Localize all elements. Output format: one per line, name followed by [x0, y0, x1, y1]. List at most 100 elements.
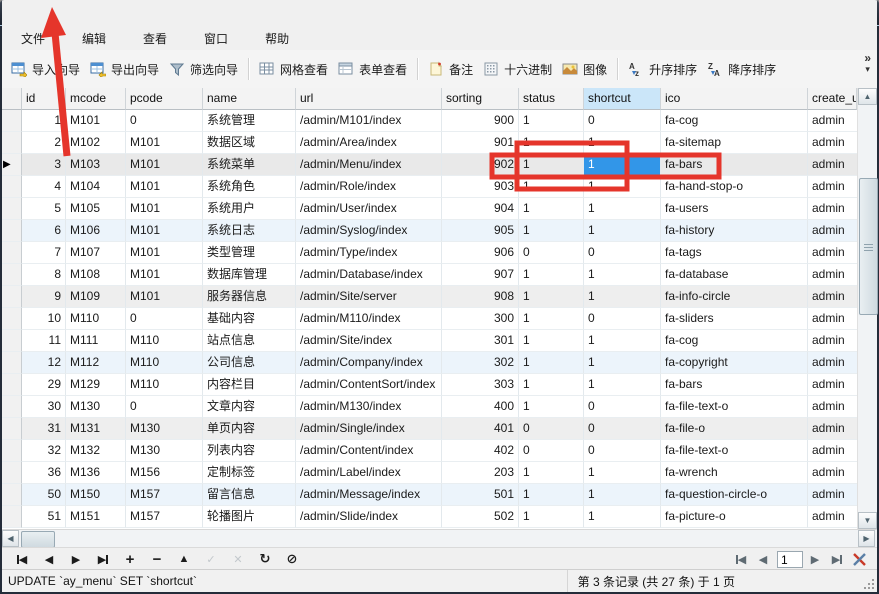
row-selector[interactable]	[2, 462, 22, 484]
cancel-edit-button[interactable]: ✕	[228, 550, 248, 568]
cell-url[interactable]: /admin/M130/index	[296, 396, 442, 418]
cell-shortcut[interactable]: 0	[584, 418, 661, 440]
cell-shortcut[interactable]: 0	[584, 242, 661, 264]
cell-url[interactable]: /admin/Message/index	[296, 484, 442, 506]
cell-name[interactable]: 系统日志	[203, 220, 296, 242]
cell-ico[interactable]: fa-cog	[661, 330, 808, 352]
cell-url[interactable]: /admin/Company/index	[296, 352, 442, 374]
last-page-button[interactable]: ▶	[827, 550, 847, 568]
table-row[interactable]: 51M151M157轮播图片/admin/Slide/index50211fa-…	[2, 506, 858, 528]
cell-mcode[interactable]: M107	[66, 242, 126, 264]
cell-status[interactable]: 1	[519, 110, 584, 132]
cell-id[interactable]: 9	[22, 286, 66, 308]
column-header-ico[interactable]: ico	[661, 88, 808, 110]
table-row[interactable]: 8M108M101数据库管理/admin/Database/index90711…	[2, 264, 858, 286]
cell-mcode[interactable]: M103	[66, 154, 126, 176]
cell-status[interactable]: 1	[519, 286, 584, 308]
cell-shortcut[interactable]: 1	[584, 330, 661, 352]
cell-mcode[interactable]: M106	[66, 220, 126, 242]
resize-grip[interactable]	[864, 579, 874, 589]
cell-shortcut[interactable]: 1	[584, 506, 661, 528]
cell-id[interactable]: 4	[22, 176, 66, 198]
cell-pcode[interactable]: M110	[126, 374, 203, 396]
cell-create_u[interactable]: admin	[808, 198, 857, 220]
cell-mcode[interactable]: M131	[66, 418, 126, 440]
last-record-button[interactable]: ▶	[93, 550, 113, 568]
table-row[interactable]: 50M150M157留言信息/admin/Message/index50111f…	[2, 484, 858, 506]
column-header-create-user[interactable]: create_u	[808, 88, 857, 110]
edit-record-button[interactable]: ▲	[174, 550, 194, 568]
cell-create_u[interactable]: admin	[808, 154, 857, 176]
previous-page-button[interactable]: ◀	[753, 550, 773, 568]
cell-mcode[interactable]: M101	[66, 110, 126, 132]
cell-status[interactable]: 1	[519, 264, 584, 286]
row-selector[interactable]	[2, 308, 22, 330]
cell-create_u[interactable]: admin	[808, 286, 857, 308]
row-selector[interactable]	[2, 132, 22, 154]
row-selector[interactable]	[2, 352, 22, 374]
row-selector[interactable]	[2, 440, 22, 462]
cell-sorting[interactable]: 907	[442, 264, 519, 286]
cell-shortcut[interactable]: 1	[584, 198, 661, 220]
cell-url[interactable]: /admin/Database/index	[296, 264, 442, 286]
cell-pcode[interactable]: M101	[126, 176, 203, 198]
cell-create_u[interactable]: admin	[808, 176, 857, 198]
cell-url[interactable]: /admin/User/index	[296, 198, 442, 220]
cell-create_u[interactable]: admin	[808, 352, 857, 374]
horizontal-scrollbar-thumb[interactable]	[21, 531, 55, 548]
cell-pcode[interactable]: M157	[126, 484, 203, 506]
cell-status[interactable]: 1	[519, 484, 584, 506]
cell-status[interactable]: 1	[519, 462, 584, 484]
cell-name[interactable]: 站点信息	[203, 330, 296, 352]
cell-shortcut[interactable]: 1	[584, 264, 661, 286]
cell-id[interactable]: 7	[22, 242, 66, 264]
cell-id[interactable]: 5	[22, 198, 66, 220]
cell-id[interactable]: 50	[22, 484, 66, 506]
menu-file[interactable]: 文件	[6, 26, 60, 51]
cell-create_u[interactable]: admin	[808, 264, 857, 286]
page-number-input[interactable]: 1	[777, 551, 803, 568]
cell-sorting[interactable]: 402	[442, 440, 519, 462]
table-row[interactable]: 7M107M101类型管理/admin/Type/index90600fa-ta…	[2, 242, 858, 264]
next-page-button[interactable]: ▶	[805, 550, 825, 568]
row-selector[interactable]	[2, 396, 22, 418]
cell-status[interactable]: 1	[519, 374, 584, 396]
cell-shortcut[interactable]: 1	[584, 484, 661, 506]
table-row[interactable]: 10M1100基础内容/admin/M110/index30010fa-slid…	[2, 308, 858, 330]
cell-name[interactable]: 系统角色	[203, 176, 296, 198]
cell-status[interactable]: 0	[519, 242, 584, 264]
cell-id[interactable]: 1	[22, 110, 66, 132]
cell-shortcut[interactable]: 0	[584, 396, 661, 418]
cell-pcode[interactable]: 0	[126, 110, 203, 132]
scroll-down-button[interactable]: ▼	[858, 512, 877, 529]
cell-mcode[interactable]: M132	[66, 440, 126, 462]
cell-pcode[interactable]: M130	[126, 440, 203, 462]
menu-window[interactable]: 窗口	[189, 26, 243, 51]
cell-id[interactable]: 29	[22, 374, 66, 396]
cell-pcode[interactable]: M101	[126, 154, 203, 176]
cell-sorting[interactable]: 401	[442, 418, 519, 440]
cell-ico[interactable]: fa-info-circle	[661, 286, 808, 308]
cell-ico[interactable]: fa-file-text-o	[661, 440, 808, 462]
cell-id[interactable]: 31	[22, 418, 66, 440]
table-row[interactable]: 4M104M101系统角色/admin/Role/index90311fa-ha…	[2, 176, 858, 198]
column-header-sorting[interactable]: sorting	[442, 88, 519, 110]
row-selector[interactable]	[2, 264, 22, 286]
cell-sorting[interactable]: 302	[442, 352, 519, 374]
cell-status[interactable]: 1	[519, 154, 584, 176]
cell-sorting[interactable]: 900	[442, 110, 519, 132]
cell-url[interactable]: /admin/Syslog/index	[296, 220, 442, 242]
cell-pcode[interactable]: M101	[126, 132, 203, 154]
row-selector[interactable]	[2, 374, 22, 396]
table-row[interactable]: 1M1010系统管理/admin/M101/index90010fa-cogad…	[2, 110, 858, 132]
cell-name[interactable]: 公司信息	[203, 352, 296, 374]
cell-sorting[interactable]: 300	[442, 308, 519, 330]
cell-create_u[interactable]: admin	[808, 462, 857, 484]
cell-name[interactable]: 系统用户	[203, 198, 296, 220]
cell-ico[interactable]: fa-picture-o	[661, 506, 808, 528]
cell-name[interactable]: 单页内容	[203, 418, 296, 440]
table-row[interactable]: 9M109M101服务器信息/admin/Site/server90811fa-…	[2, 286, 858, 308]
cell-mcode[interactable]: M111	[66, 330, 126, 352]
cell-url[interactable]: /admin/M101/index	[296, 110, 442, 132]
scroll-right-button[interactable]: ▶	[858, 530, 875, 547]
